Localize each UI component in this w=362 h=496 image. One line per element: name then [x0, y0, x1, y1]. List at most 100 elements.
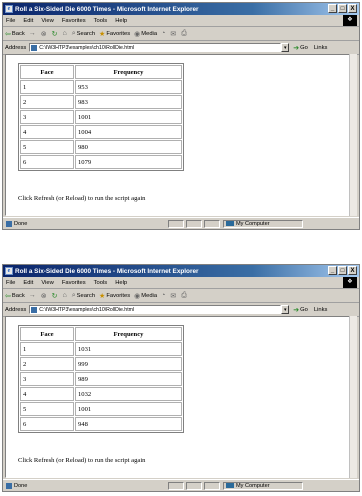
- frequency-cell: 1031: [75, 342, 182, 356]
- menu-tools[interactable]: Tools: [94, 18, 108, 24]
- mail-button[interactable]: ✉: [170, 292, 177, 300]
- history-button[interactable]: ◔: [161, 292, 166, 299]
- maximize-button[interactable]: □: [338, 266, 347, 275]
- menu-bar: File Edit View Favorites Tools Help ❖: [3, 277, 359, 289]
- frequency-cell: 999: [75, 357, 182, 371]
- frequency-cell: 948: [75, 417, 182, 431]
- print-button[interactable]: ⎙: [181, 292, 188, 300]
- back-arrow-icon: ⇦: [5, 292, 11, 300]
- table-row: 1 953: [20, 80, 182, 94]
- favorites-button[interactable]: ★ Favorites: [99, 30, 130, 38]
- history-button[interactable]: ◔: [161, 30, 166, 37]
- refresh-button[interactable]: ↻: [52, 292, 59, 300]
- minimize-button[interactable]: _: [328, 266, 337, 275]
- media-button[interactable]: ◉ Media: [134, 292, 157, 300]
- table-row: 6 1079: [20, 155, 182, 169]
- title-bar[interactable]: e Roll a Six-Sided Die 6000 Times - Micr…: [3, 3, 359, 15]
- menu-file[interactable]: File: [6, 280, 15, 286]
- menu-view[interactable]: View: [41, 280, 53, 286]
- menu-view[interactable]: View: [41, 18, 53, 24]
- forward-arrow-icon: →: [28, 30, 36, 37]
- go-label: Go: [300, 306, 308, 313]
- close-button[interactable]: X: [348, 4, 357, 13]
- links-button[interactable]: Links: [314, 45, 328, 51]
- favorites-button[interactable]: ★ Favorites: [99, 292, 130, 300]
- back-button[interactable]: ⇦ Back: [5, 30, 25, 38]
- face-cell: 6: [20, 417, 74, 431]
- mail-button[interactable]: ✉: [170, 30, 177, 38]
- menu-favorites[interactable]: Favorites: [62, 18, 86, 24]
- title-bar[interactable]: e Roll a Six-Sided Die 6000 Times - Micr…: [3, 265, 359, 277]
- status-message: Done: [3, 220, 166, 227]
- status-bar: Done My Computer: [3, 479, 359, 491]
- stop-button[interactable]: ⊗: [41, 292, 48, 300]
- address-bar: Address C:\IW3HTP3\examples\ch10\RollDie…: [3, 303, 359, 317]
- home-button[interactable]: ⌂: [63, 292, 68, 299]
- window-title: Roll a Six-Sided Die 6000 Times - Micros…: [15, 267, 199, 275]
- minimize-button[interactable]: _: [328, 4, 337, 13]
- stop-button[interactable]: ⊗: [41, 30, 48, 38]
- go-arrow-icon: ➔: [293, 306, 300, 314]
- forward-button[interactable]: →: [29, 292, 37, 299]
- status-panel: [204, 219, 220, 228]
- search-button[interactable]: ⌕ Search: [72, 292, 95, 300]
- page-content: Face Frequency 1 953 2 983 3 1001 4 1004 5 98…: [5, 54, 351, 216]
- menu-tools[interactable]: Tools: [94, 280, 108, 286]
- stop-icon: ⊗: [40, 292, 47, 300]
- search-icon: ⌕: [71, 29, 76, 37]
- page-icon: [31, 306, 38, 313]
- history-icon: ◔: [161, 292, 166, 299]
- mail-icon: ✉: [170, 292, 177, 300]
- address-input[interactable]: C:\IW3HTP3\examples\ch10\RollDie.html: [29, 305, 282, 314]
- address-input[interactable]: C:\IW3HTP3\examples\ch10\RollDie.html: [29, 43, 282, 52]
- scrollbar-track[interactable]: [349, 54, 357, 216]
- maximize-button[interactable]: □: [338, 4, 347, 13]
- face-cell: 2: [20, 95, 74, 109]
- back-arrow-icon: ⇦: [5, 30, 11, 38]
- close-button[interactable]: X: [348, 266, 357, 275]
- security-zone: My Computer: [223, 219, 303, 228]
- favorites-icon: ★: [99, 30, 106, 38]
- frequency-cell: 1032: [75, 387, 182, 401]
- face-cell: 4: [20, 387, 74, 401]
- menu-edit[interactable]: Edit: [23, 280, 33, 286]
- print-button[interactable]: ⎙: [181, 30, 188, 38]
- menu-help[interactable]: Help: [115, 280, 127, 286]
- refresh-button[interactable]: ↻: [52, 30, 59, 38]
- address-dropdown-button[interactable]: ▾: [281, 43, 290, 52]
- ie-logo-icon: ❖: [343, 277, 357, 288]
- table-row: 4 1004: [20, 125, 182, 139]
- scrollbar-track[interactable]: [349, 316, 357, 478]
- media-button[interactable]: ◉ Media: [134, 30, 157, 38]
- home-button[interactable]: ⌂: [63, 30, 68, 37]
- header-face: Face: [20, 65, 74, 79]
- menu-favorites[interactable]: Favorites: [62, 280, 86, 286]
- face-cell: 5: [20, 140, 74, 154]
- back-label: Back: [11, 30, 25, 37]
- refresh-icon: ↻: [51, 30, 58, 38]
- menu-file[interactable]: File: [6, 18, 15, 24]
- ie-logo-icon: ❖: [343, 15, 357, 26]
- table-row: 5 1001: [20, 402, 182, 416]
- status-panel: [204, 481, 220, 490]
- go-button[interactable]: ➔ Go: [293, 306, 308, 314]
- back-button[interactable]: ⇦ Back: [5, 292, 25, 300]
- status-panel: [186, 481, 202, 490]
- table-row: 4 1032: [20, 387, 182, 401]
- menu-help[interactable]: Help: [115, 18, 127, 24]
- forward-button[interactable]: →: [29, 30, 37, 37]
- address-dropdown-button[interactable]: ▾: [281, 305, 290, 314]
- ie-page-icon: e: [5, 5, 13, 13]
- refresh-icon: ↻: [51, 292, 58, 300]
- zone-text: My Computer: [236, 220, 270, 227]
- go-button[interactable]: ➔ Go: [293, 44, 308, 52]
- links-button[interactable]: Links: [314, 307, 328, 313]
- search-button[interactable]: ⌕ Search: [72, 30, 95, 38]
- menu-edit[interactable]: Edit: [23, 18, 33, 24]
- status-text: Done: [14, 220, 28, 227]
- go-label: Go: [300, 44, 308, 51]
- table-row: 5 980: [20, 140, 182, 154]
- page-icon: [31, 44, 38, 51]
- zone-text: My Computer: [236, 482, 270, 489]
- media-icon: ◉: [134, 30, 141, 38]
